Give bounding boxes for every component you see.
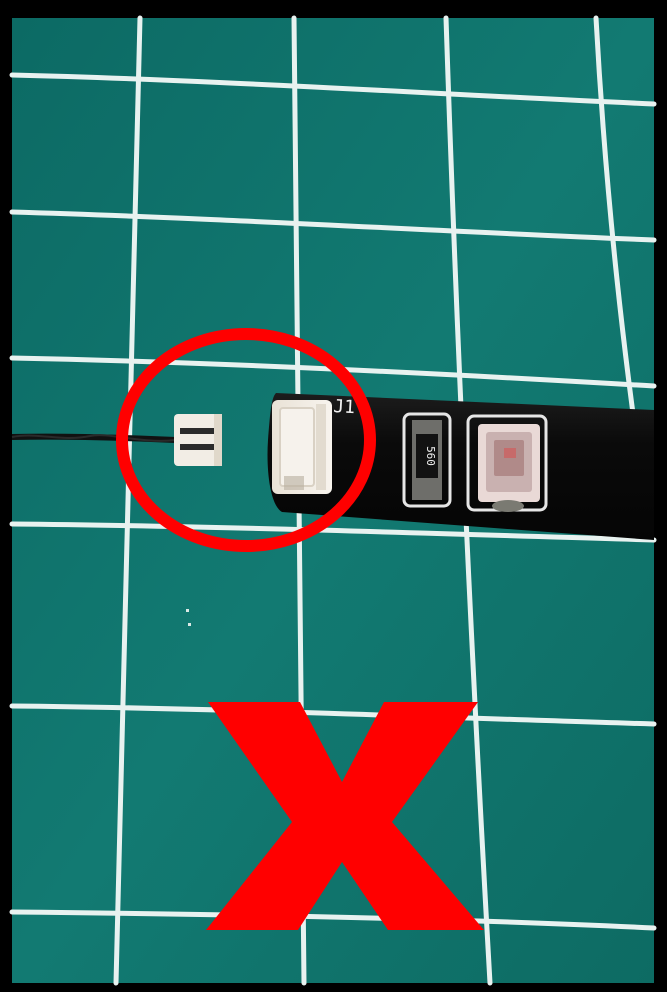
- strip-connector: [272, 400, 332, 494]
- resistor-marking: 560: [424, 446, 437, 466]
- male-plug: [174, 414, 222, 466]
- strip-silkscreen-label: J1: [333, 396, 356, 418]
- led-strip-photo: J1 560: [0, 0, 667, 992]
- led-chip: [466, 414, 548, 512]
